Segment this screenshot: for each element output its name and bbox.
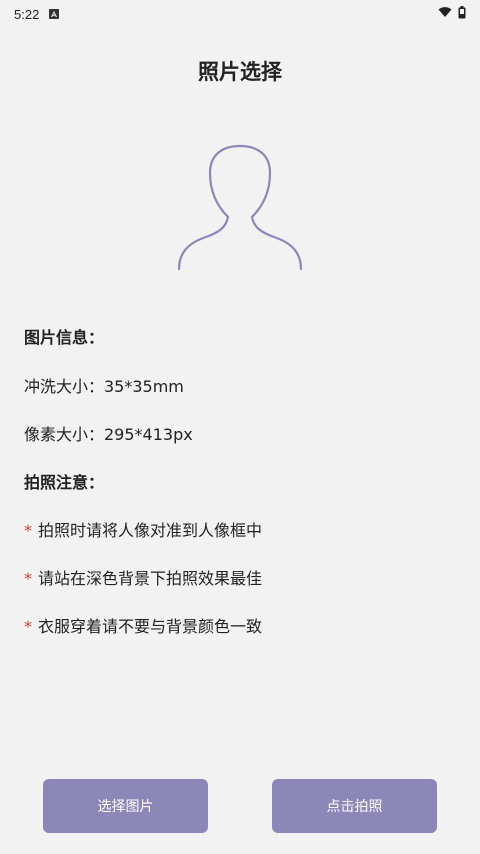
status-time: 5:22: [14, 6, 40, 22]
image-info-heading: 图片信息：: [24, 328, 105, 347]
note-item: * 请站在深色背景下拍照效果最佳: [24, 565, 262, 589]
note-text: 衣服穿着请不要与背景颜色一致: [38, 617, 263, 636]
notification-a-icon: [49, 9, 60, 19]
note-text: 拍照时请将人像对准到人像框中: [38, 521, 263, 540]
take-photo-button[interactable]: 点击拍照: [272, 779, 437, 833]
required-star: *: [24, 569, 32, 588]
wifi-icon: [438, 6, 452, 22]
status-left: 5:22: [14, 6, 60, 22]
battery-icon: [458, 5, 466, 23]
select-image-button[interactable]: 选择图片: [43, 779, 208, 833]
print-size-text: 冲洗大小：35*35mm: [24, 377, 184, 396]
person-silhouette-icon: [176, 143, 306, 273]
notes-heading: 拍照注意：: [24, 473, 105, 492]
note-text: 请站在深色背景下拍照效果最佳: [38, 569, 263, 588]
status-right: [438, 5, 466, 23]
note-item: * 衣服穿着请不要与背景颜色一致: [24, 613, 262, 637]
page-title: 照片选择: [198, 60, 282, 84]
pixel-size-text: 像素大小：295*413px: [24, 425, 193, 444]
note-item: * 拍照时请将人像对准到人像框中: [24, 517, 262, 541]
status-bar: 5:22: [0, 0, 480, 28]
required-star: *: [24, 617, 32, 636]
required-star: *: [24, 521, 32, 540]
